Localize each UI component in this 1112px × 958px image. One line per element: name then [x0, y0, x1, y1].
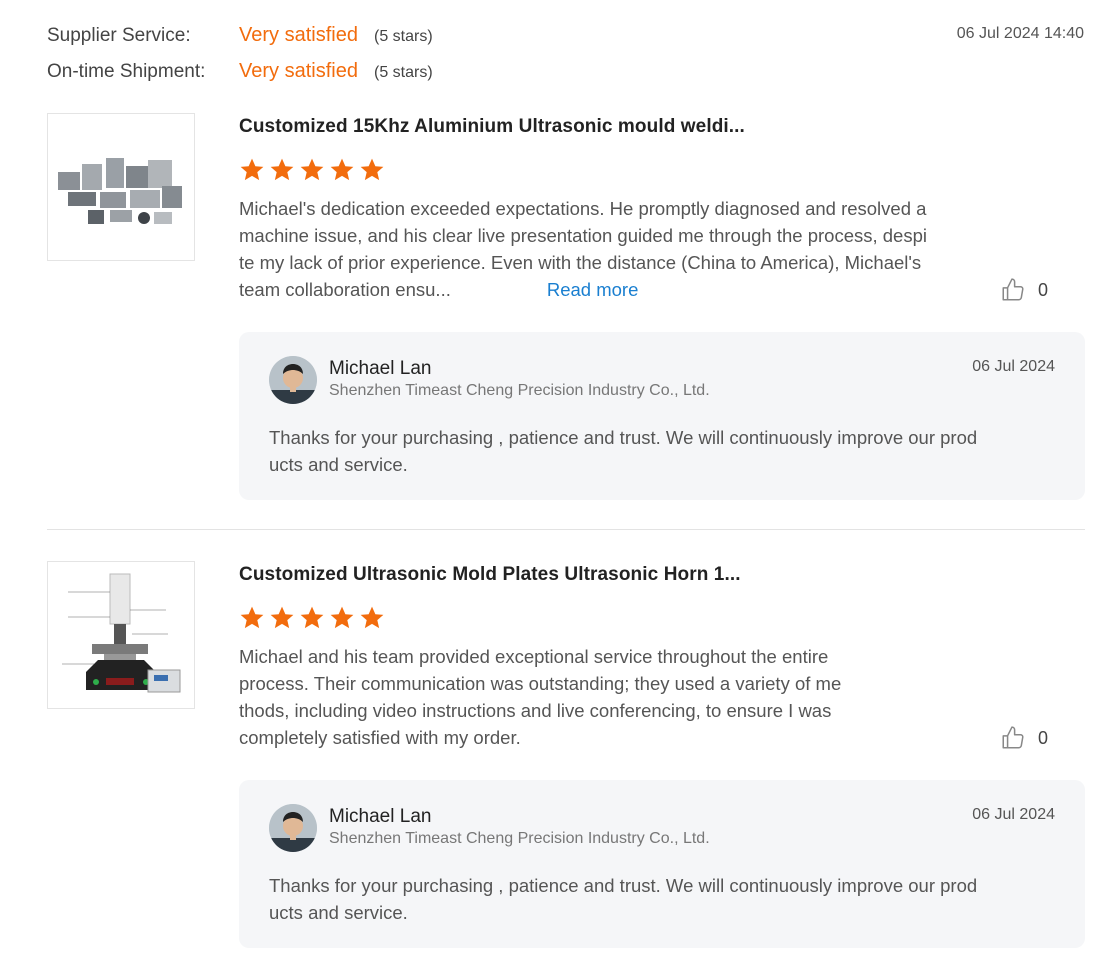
replier-name: Michael Lan	[329, 806, 432, 827]
like-count: 0	[1038, 727, 1049, 748]
review-text: Michael and his team provided exceptiona…	[239, 643, 841, 751]
rating-value-supplier-service: Very satisfied	[239, 24, 358, 46]
reply-date: 06 Jul 2024	[972, 806, 1055, 823]
read-more-link[interactable]: Read more	[547, 279, 639, 300]
review-text-line: team collaboration ensu... Read more	[239, 276, 927, 303]
star-icon	[330, 606, 354, 629]
review-text-line: machine issue, and his clear live presen…	[239, 225, 927, 246]
avatar	[269, 356, 317, 404]
star-rating	[239, 605, 385, 631]
reply-text-line: ucts and service.	[269, 454, 408, 475]
reply-text-line: Thanks for your purchasing , patience an…	[269, 427, 978, 448]
replier-company: Shenzhen Timeast Cheng Precision Industr…	[329, 382, 710, 399]
mould-parts-image	[58, 158, 182, 224]
product-title-link[interactable]: Customized 15Khz Aluminium Ultrasonic mo…	[239, 116, 745, 138]
star-icon	[360, 158, 384, 181]
reply-text-line: ucts and service.	[269, 902, 408, 923]
star-icon	[360, 606, 384, 629]
rating-stars-on-time-shipment: (5 stars)	[374, 64, 433, 81]
rating-value-on-time-shipment: Very satisfied	[239, 60, 358, 82]
replier-company: Shenzhen Timeast Cheng Precision Industr…	[329, 830, 710, 847]
thumbs-up-icon	[1002, 726, 1024, 749]
reply-text-line: Thanks for your purchasing , patience an…	[269, 875, 978, 896]
like-count: 0	[1038, 279, 1049, 300]
avatar	[269, 804, 317, 852]
replier-name: Michael Lan	[329, 358, 432, 379]
review-text-line: Michael's dedication exceeded expectatio…	[239, 198, 927, 219]
star-icon	[240, 606, 264, 629]
reply-text: Thanks for your purchasing , patience an…	[269, 424, 977, 478]
review-text-line: Michael and his team provided exceptiona…	[239, 646, 829, 667]
product-thumbnail[interactable]	[47, 561, 195, 709]
welding-machine-image	[62, 573, 181, 693]
star-icon	[300, 606, 324, 629]
thumbs-up-icon	[1002, 278, 1024, 301]
supplier-reply: Michael Lan Shenzhen Timeast Cheng Preci…	[239, 332, 1085, 500]
review-text-line: thods, including video instructions and …	[239, 700, 832, 721]
star-icon	[300, 158, 324, 181]
star-icon	[270, 606, 294, 629]
review-text-line: completely satisfied with my order.	[239, 727, 521, 748]
review-text-line: te my lack of prior experience. Even wit…	[239, 252, 922, 273]
review-divider	[47, 529, 1085, 530]
review-text-line: process. Their communication was outstan…	[239, 673, 842, 694]
star-icon	[240, 158, 264, 181]
star-icon	[330, 158, 354, 181]
star-icon	[270, 158, 294, 181]
review-text: Michael's dedication exceeded expectatio…	[239, 195, 927, 303]
rating-label-supplier-service: Supplier Service:	[47, 25, 191, 46]
review-text-truncated: team collaboration ensu...	[239, 279, 451, 300]
product-thumbnail[interactable]	[47, 113, 195, 261]
rating-label-on-time-shipment: On-time Shipment:	[47, 61, 206, 82]
product-title-link[interactable]: Customized Ultrasonic Mold Plates Ultras…	[239, 564, 741, 586]
reply-date: 06 Jul 2024	[972, 358, 1055, 375]
reply-text: Thanks for your purchasing , patience an…	[269, 872, 977, 926]
like-button[interactable]: 0	[1000, 725, 1048, 751]
avatar-image	[269, 356, 317, 404]
avatar-image	[269, 804, 317, 852]
rating-stars-supplier-service: (5 stars)	[374, 28, 433, 45]
review-date: 06 Jul 2024 14:40	[956, 25, 1084, 42]
supplier-reply: Michael Lan Shenzhen Timeast Cheng Preci…	[239, 780, 1085, 948]
star-rating	[239, 157, 385, 183]
like-button[interactable]: 0	[1000, 277, 1048, 303]
